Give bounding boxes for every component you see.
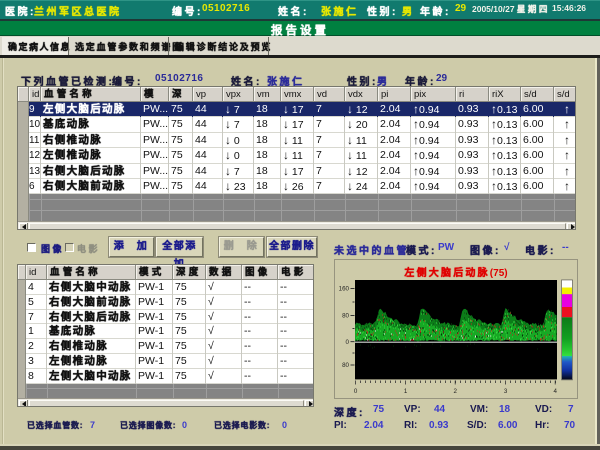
svg-text:80: 80 (342, 362, 349, 369)
svg-text:80: 80 (342, 313, 349, 320)
svg-text:3: 3 (504, 388, 508, 395)
svg-text:0: 0 (346, 339, 350, 346)
svg-text:160: 160 (339, 286, 350, 293)
svg-text:2: 2 (453, 388, 457, 395)
svg-text:4: 4 (553, 388, 557, 395)
svg-text:0: 0 (354, 388, 358, 395)
svg-text:1: 1 (404, 388, 408, 395)
